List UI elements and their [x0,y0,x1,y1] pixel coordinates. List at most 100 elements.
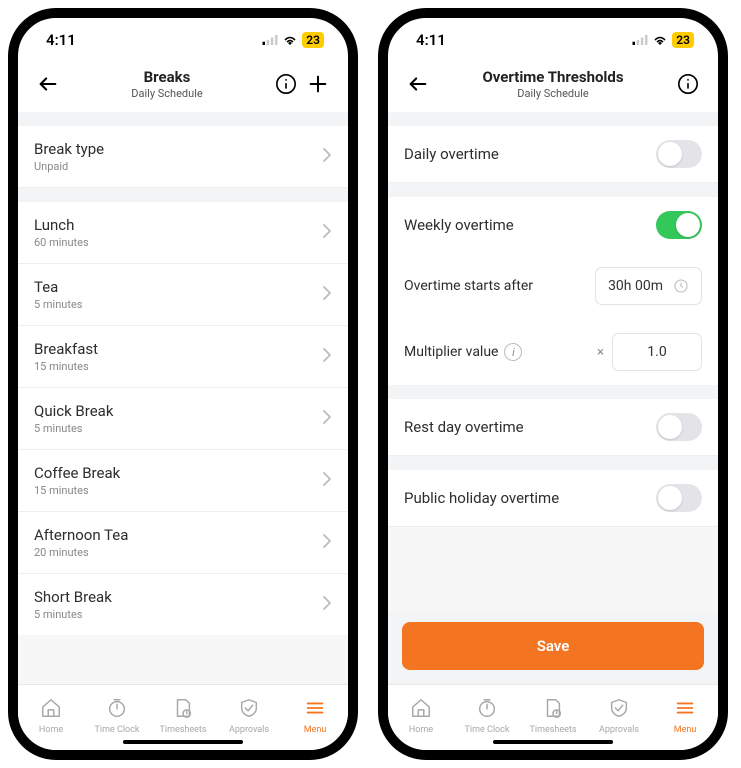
rest-day-overtime-toggle[interactable] [656,413,702,441]
tab-menu[interactable]: Menu [282,685,348,746]
tab-icon [410,697,432,722]
tab-label: Time Clock [465,725,510,735]
page-title: Overtime Thresholds [434,68,672,86]
wifi-icon [652,34,668,46]
chevron-right-icon [322,471,332,490]
save-button[interactable]: Save [402,622,704,670]
break-name: Afternoon Tea [34,526,128,544]
back-button[interactable] [32,68,64,100]
home-indicator [493,740,613,744]
tab-icon [608,697,630,722]
chevron-right-icon [322,595,332,614]
tab-approvals[interactable]: Approvals [586,685,652,746]
break-name: Tea [34,278,82,296]
break-row[interactable]: Coffee Break 15 minutes [18,450,348,512]
battery-badge: 23 [672,32,694,48]
tab-label: Approvals [599,725,639,735]
chevron-right-icon [322,409,332,428]
content: Daily overtime Weekly overtime Overtime … [388,112,718,684]
info-icon[interactable]: i [504,343,522,361]
break-name: Breakfast [34,340,98,358]
header: Overtime Thresholds Daily Schedule [388,62,718,112]
page-title: Breaks [64,68,270,86]
tab-label: Home [409,725,433,735]
weekly-overtime-toggle[interactable] [656,211,702,239]
public-holiday-overtime-row: Public holiday overtime [388,470,718,527]
weekly-overtime-row: Weekly overtime [388,197,718,253]
arrow-left-icon [407,73,429,95]
status-time: 4:11 [46,31,76,49]
tab-label: Home [39,725,63,735]
break-duration: 15 minutes [34,484,120,497]
public-holiday-overtime-label: Public holiday overtime [404,489,559,507]
tab-label: Menu [304,725,327,735]
page-subtitle: Daily Schedule [434,87,672,100]
break-type-label: Break type [34,140,104,158]
info-button[interactable] [672,68,704,100]
tab-time-clock[interactable]: Time Clock [84,685,150,746]
tab-timesheets[interactable]: Timesheets [520,685,586,746]
clock-icon [673,278,689,294]
break-duration: 5 minutes [34,608,112,621]
break-duration: 15 minutes [34,360,98,373]
break-row[interactable]: Afternoon Tea 20 minutes [18,512,348,574]
break-row[interactable]: Tea 5 minutes [18,264,348,326]
chevron-right-icon [322,223,332,242]
tab-icon [106,697,128,722]
page-subtitle: Daily Schedule [64,87,270,100]
signal-icon [262,35,278,45]
rest-day-overtime-label: Rest day overtime [404,418,524,436]
break-row[interactable]: Breakfast 15 minutes [18,326,348,388]
overtime-starts-after-input[interactable]: 30h 00m [595,267,702,305]
battery-badge: 23 [302,32,324,48]
break-row[interactable]: Quick Break 5 minutes [18,388,348,450]
status-bar: 4:11 23 [18,18,348,62]
multiplier-value: 1.0 [647,344,666,360]
header: Breaks Daily Schedule [18,62,348,112]
tab-label: Approvals [229,725,269,735]
daily-overtime-toggle[interactable] [656,140,702,168]
break-name: Coffee Break [34,464,120,482]
break-duration: 20 minutes [34,546,128,559]
break-name: Short Break [34,588,112,606]
status-indicators: 23 [632,32,694,48]
break-row[interactable]: Lunch 60 minutes [18,202,348,264]
public-holiday-overtime-toggle[interactable] [656,484,702,512]
tab-timesheets[interactable]: Timesheets [150,685,216,746]
break-type-value: Unpaid [34,160,104,173]
info-button[interactable] [270,68,302,100]
status-indicators: 23 [262,32,324,48]
tab-home[interactable]: Home [18,685,84,746]
tab-label: Timesheets [530,725,577,735]
break-type-row[interactable]: Break type Unpaid [18,126,348,188]
tab-home[interactable]: Home [388,685,454,746]
tab-icon [476,697,498,722]
rest-day-overtime-row: Rest day overtime [388,399,718,456]
overtime-starts-after-label: Overtime starts after [404,278,533,294]
overtime-starts-after-row: Overtime starts after 30h 00m [388,253,718,319]
tab-icon [172,697,194,722]
chevron-right-icon [322,347,332,366]
multiplier-input[interactable]: 1.0 [612,333,702,371]
status-time: 4:11 [416,31,446,49]
tab-approvals[interactable]: Approvals [216,685,282,746]
tab-time-clock[interactable]: Time Clock [454,685,520,746]
tab-icon [40,697,62,722]
multiplier-row: Multiplier value i × 1.0 [388,319,718,385]
break-duration: 5 minutes [34,422,113,435]
info-icon [677,73,699,95]
multiply-symbol: × [597,345,604,360]
tab-menu[interactable]: Menu [652,685,718,746]
daily-overtime-label: Daily overtime [404,145,499,163]
back-button[interactable] [402,68,434,100]
status-bar: 4:11 23 [388,18,718,62]
tab-icon [542,697,564,722]
chevron-right-icon [322,285,332,304]
tab-icon [238,697,260,722]
add-button[interactable] [302,68,334,100]
overtime-starts-after-value: 30h 00m [608,278,663,294]
save-button-label: Save [537,637,570,655]
break-row[interactable]: Short Break 5 minutes [18,574,348,635]
info-icon [275,73,297,95]
tab-icon [304,697,326,722]
